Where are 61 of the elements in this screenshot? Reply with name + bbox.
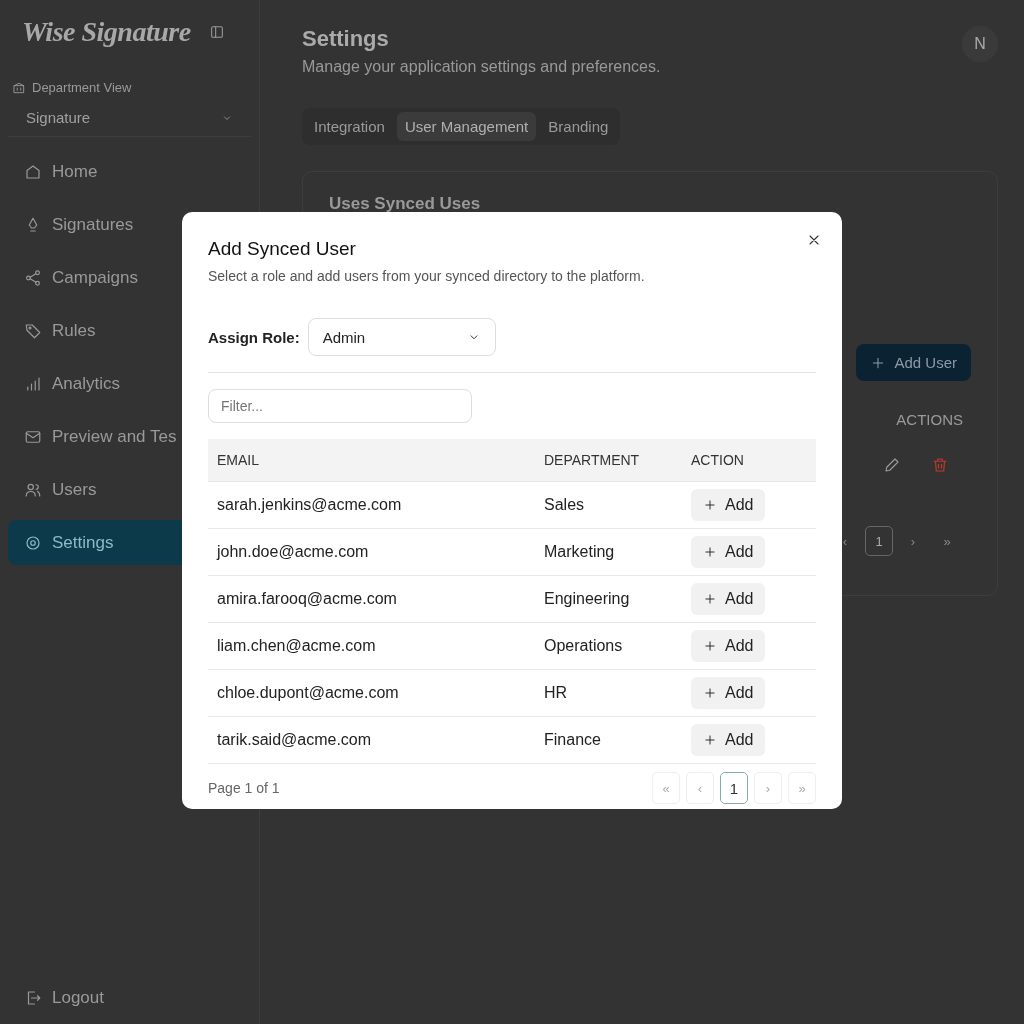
email-cell: liam.chen@acme.com [208, 622, 535, 670]
add-button[interactable]: Add [691, 677, 766, 709]
department-cell: Sales [535, 481, 682, 529]
department-cell: Marketing [535, 528, 682, 576]
email-cell: chloe.dupont@acme.com [208, 669, 535, 717]
email-cell: tarik.said@acme.com [208, 716, 535, 764]
page-title: Settings [302, 26, 390, 52]
plus-icon [703, 733, 717, 747]
page-button[interactable]: › [899, 526, 927, 556]
trash-icon [931, 456, 949, 474]
column-header: EMAIL [208, 439, 535, 482]
plus-icon [703, 545, 717, 559]
email-cell: amira.farooq@acme.com [208, 575, 535, 623]
plus-icon [703, 639, 717, 653]
logout-button[interactable]: Logout [8, 988, 251, 1008]
department-select[interactable]: Signature [8, 101, 251, 137]
add-button[interactable]: Add [691, 489, 766, 521]
department-cell: Engineering [535, 575, 682, 623]
page-button[interactable]: 1 [720, 772, 748, 804]
sidebar-item[interactable]: Home [8, 149, 251, 194]
add-button[interactable]: Add [691, 583, 766, 615]
sidebar-toggle-icon [208, 24, 225, 40]
column-header: ACTION [682, 439, 816, 482]
role-select[interactable]: Admin [307, 318, 496, 356]
tag-icon [24, 321, 42, 340]
email-cell: sarah.jenkins@acme.com [208, 481, 535, 529]
column-header: DEPARTMENT [535, 439, 682, 482]
building-icon [12, 80, 26, 95]
add-button[interactable]: Add [691, 724, 766, 756]
dialog-subtitle: Select a role and add users from your synced directory to the platform. [208, 268, 646, 284]
page-button[interactable]: › [754, 772, 782, 804]
add-button[interactable]: Add [691, 536, 766, 568]
dialog-title: Add Synced User [208, 238, 357, 260]
gear-icon [24, 533, 42, 552]
add-user-button[interactable]: Add User [856, 344, 971, 381]
department-label: Department View [32, 80, 132, 95]
user-avatar[interactable]: N [962, 26, 998, 62]
page-info: Page 1 of 1 [208, 780, 280, 796]
page-button[interactable]: « [652, 772, 680, 804]
card-title: Uses Synced Uses [329, 194, 481, 214]
role-label: Assign Role: [208, 328, 300, 346]
tab[interactable]: Branding [540, 112, 617, 141]
email-cell: john.doe@acme.com [208, 528, 535, 576]
plus-icon [703, 686, 717, 700]
page-subtitle: Manage your application settings and preferences. [302, 58, 661, 76]
column-header: ACTIONS [896, 411, 963, 428]
tab[interactable]: User Management [396, 112, 537, 141]
page-button[interactable]: ‹ [686, 772, 714, 804]
filter-field[interactable]: Filter... [208, 389, 472, 423]
department-cell: HR [535, 669, 682, 717]
plus-icon [703, 592, 717, 606]
department-cell: Operations [535, 622, 682, 670]
pencil-icon [883, 456, 901, 474]
page-button[interactable]: » [933, 526, 961, 556]
page-button[interactable]: 1 [865, 526, 893, 556]
share-icon [24, 268, 42, 287]
department-cell: Finance [535, 716, 682, 764]
add-button[interactable]: Add [691, 630, 766, 662]
plus-icon [703, 498, 717, 512]
tab[interactable]: Integration [306, 112, 393, 141]
logo: Wise Signature [22, 16, 191, 48]
